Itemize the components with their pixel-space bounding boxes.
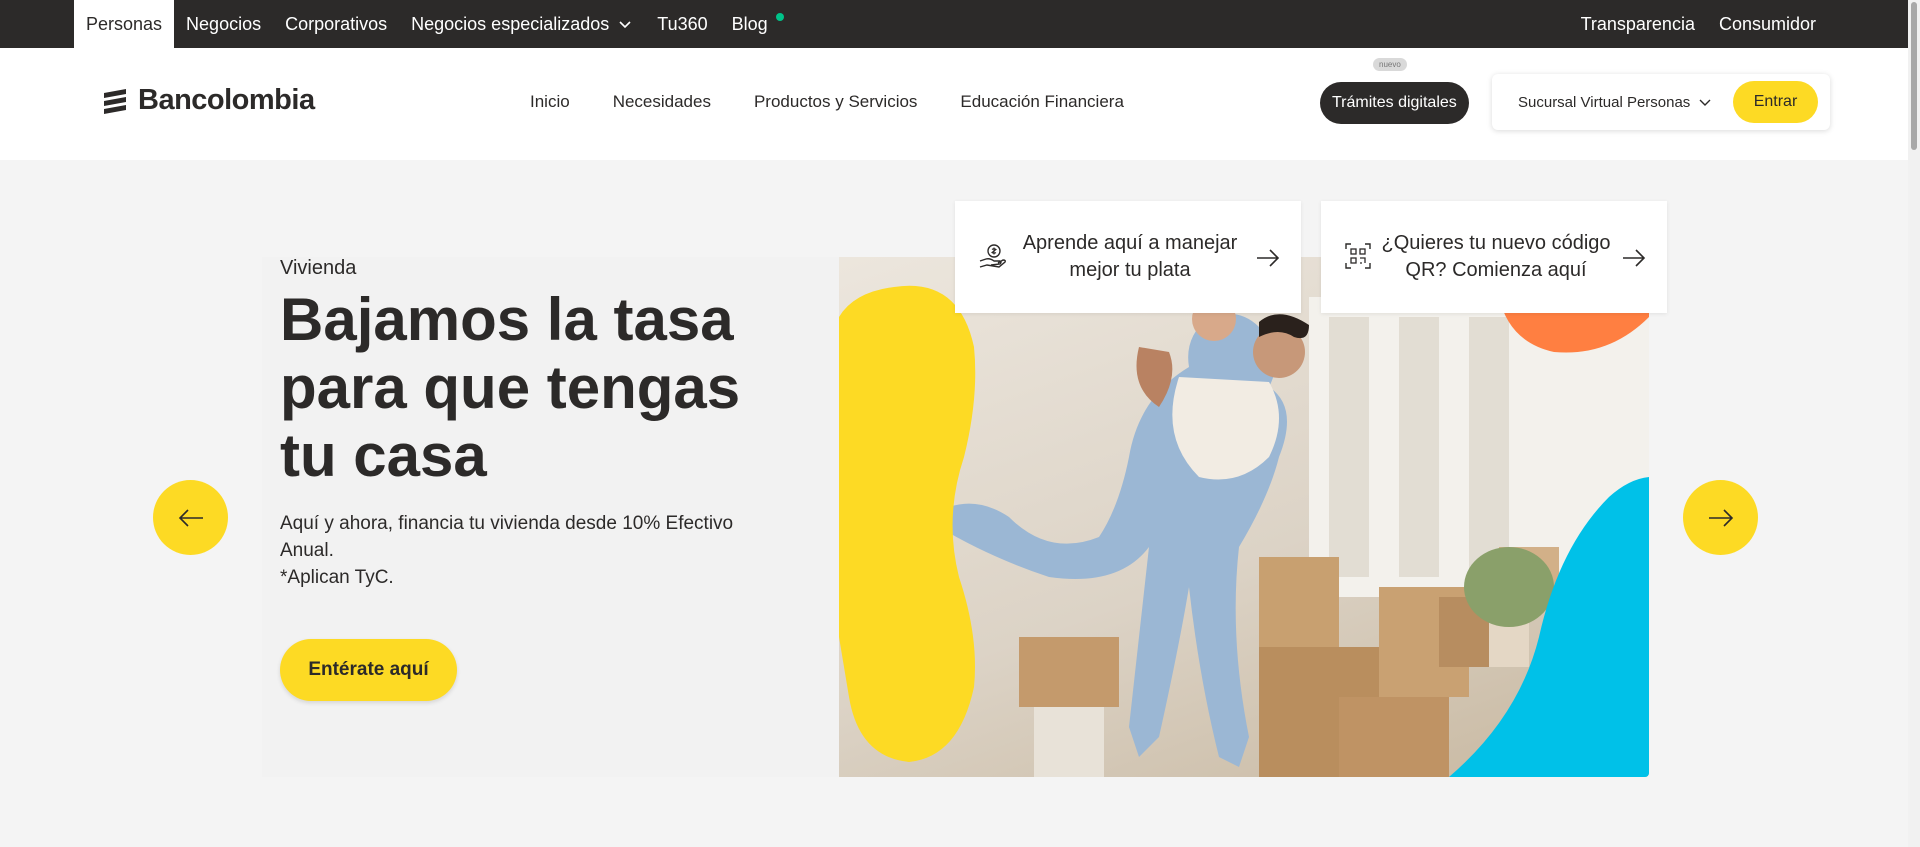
link-transparencia[interactable]: Transparencia <box>1569 0 1707 48</box>
segment-negocios-especializados[interactable]: Negocios especializados <box>399 0 645 48</box>
segment-label: Negocios <box>186 13 262 34</box>
segment-personas[interactable]: Personas <box>74 0 175 48</box>
carousel-next-button[interactable] <box>1683 480 1758 555</box>
hero-photo <box>839 257 1649 777</box>
main-header: Bancolombia Inicio Necesidades Productos… <box>0 48 1908 160</box>
hero-image <box>839 257 1649 777</box>
arrow-right-icon <box>1623 249 1646 267</box>
info-card-text: ¿Quieres tu nuevo código QR? Comienza aq… <box>1381 232 1611 281</box>
entrar-button[interactable]: Entrar <box>1733 81 1818 123</box>
arrow-right-icon <box>1708 508 1733 527</box>
segment-corporativos[interactable]: Corporativos <box>273 0 399 48</box>
segment-negocios[interactable]: Negocios <box>174 0 273 48</box>
segment-label: Tu360 <box>657 13 708 34</box>
scrollbar-thumb[interactable] <box>1911 2 1917 150</box>
segment-tu360[interactable]: Tu360 <box>645 0 719 48</box>
link-consumidor[interactable]: Consumidor <box>1707 0 1828 48</box>
new-badge: nuevo <box>1373 58 1407 71</box>
segment-bar: Personas Negocios Corporativos Negocios … <box>0 0 1908 48</box>
page-scrollbar[interactable] <box>1908 0 1920 847</box>
hero-eyebrow: Vivienda <box>280 257 357 279</box>
tramites-digitales-button[interactable]: Trámites digitales <box>1320 82 1469 124</box>
arrow-left-icon <box>178 508 203 527</box>
carousel-prev-button[interactable] <box>153 480 228 555</box>
hero-description: Aquí y ahora, financia tu vivienda desde… <box>280 510 780 591</box>
new-content-indicator <box>775 13 784 21</box>
segment-blog[interactable]: Blog <box>720 0 786 48</box>
segment-label: Corporativos <box>285 13 388 34</box>
arrow-right-icon <box>1257 249 1280 267</box>
main-nav: Inicio Necesidades Productos y Servicios… <box>530 92 1124 112</box>
bancolombia-logo[interactable]: Bancolombia <box>100 84 315 117</box>
segment-nav: Personas Negocios Corporativos Negocios … <box>74 0 786 48</box>
enterate-aqui-button[interactable]: Entérate aquí <box>280 639 457 701</box>
hero-description-line: Aquí y ahora, financia tu vivienda desde… <box>280 513 734 561</box>
chevron-down-icon <box>1699 99 1711 106</box>
hero-terms-note: *Aplican TyC. <box>280 567 394 588</box>
info-card-codigo-qr[interactable]: ¿Quieres tu nuevo código QR? Comienza aq… <box>1321 201 1667 313</box>
sucursal-select-value: Sucursal Virtual Personas <box>1518 93 1691 111</box>
sucursal-select[interactable]: Sucursal Virtual Personas <box>1518 74 1712 130</box>
logo-text: Bancolombia <box>138 84 315 116</box>
nav-productos-servicios[interactable]: Productos y Servicios <box>754 92 917 112</box>
utility-links: Transparencia Consumidor <box>1569 0 1828 48</box>
segment-label: Negocios especializados <box>411 13 610 34</box>
link-label: Transparencia <box>1580 13 1695 34</box>
money-hand-icon <box>979 244 1006 268</box>
nav-educacion-financiera[interactable]: Educación Financiera <box>960 92 1123 112</box>
segment-label: Personas <box>86 13 163 34</box>
bancolombia-logo-icon <box>104 88 126 114</box>
chevron-down-icon <box>619 21 631 29</box>
segment-label: Blog <box>731 13 768 34</box>
info-card-manejar-plata[interactable]: Aprende aquí a manejar mejor tu plata <box>955 201 1301 313</box>
nav-inicio[interactable]: Inicio <box>530 92 570 112</box>
info-card-text: Aprende aquí a manejar mejor tu plata <box>1022 232 1238 281</box>
qr-code-icon <box>1345 243 1371 269</box>
hero-title: Bajamos la tasa para que tengas tu casa <box>280 286 741 489</box>
nav-necesidades[interactable]: Necesidades <box>613 92 711 112</box>
link-label: Consumidor <box>1718 13 1816 34</box>
login-card: Sucursal Virtual Personas Entrar <box>1492 74 1830 130</box>
